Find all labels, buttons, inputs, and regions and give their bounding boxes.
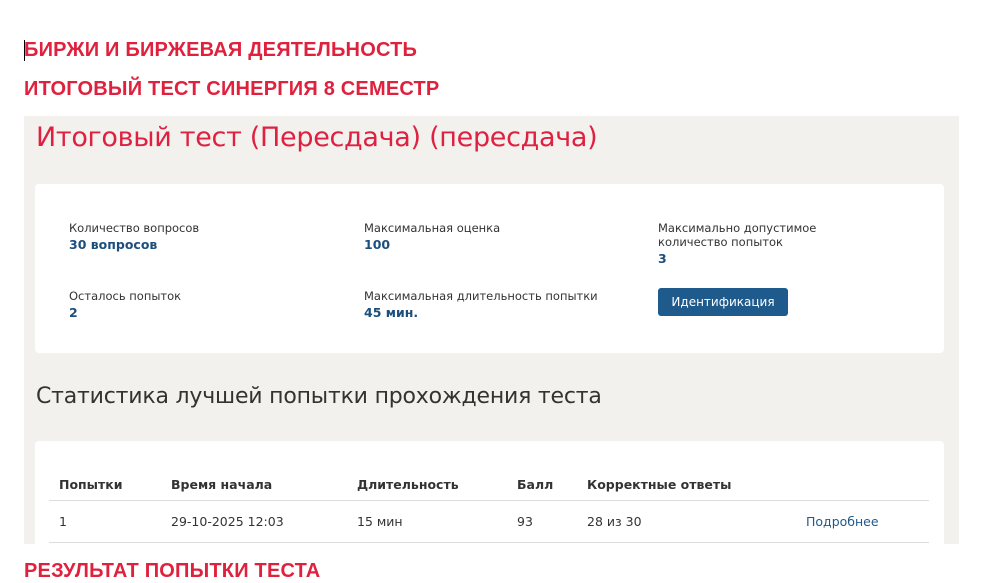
stats-card: Попытки Время начала Длительность Балл К…	[35, 441, 944, 544]
attempts-left-field: Осталось попыток 2	[69, 289, 309, 321]
cell-start-time: 29-10-2025 12:03	[161, 500, 347, 543]
col-header-actions	[796, 469, 929, 501]
max-attempts-label: Максимально допустимое количество попыто…	[658, 221, 817, 249]
max-duration-value: 45 мин.	[364, 305, 419, 320]
heading-test-name: ИТОГОВЫЙ ТЕСТ СИНЕРГИЯ 8 СЕМЕСТР	[24, 78, 440, 100]
max-score-value: 100	[364, 237, 391, 252]
col-header-attempts: Попытки	[49, 469, 161, 501]
max-attempts-field: Максимально допустимое количество попыто…	[658, 221, 888, 267]
test-panel: Итоговый тест (Пересдача) (пересдача) Ко…	[24, 116, 959, 544]
col-header-start-time: Время начала	[161, 469, 347, 501]
max-attempts-value: 3	[658, 251, 667, 266]
max-score-label: Максимальная оценка	[364, 221, 501, 235]
cell-duration: 15 мин	[347, 500, 507, 543]
max-duration-label: Максимальная длительность попытки	[364, 289, 598, 303]
test-info-card: Количество вопросов 30 вопросов Максимал…	[35, 184, 944, 353]
col-header-score: Балл	[507, 469, 577, 501]
cell-correct: 28 из 30	[577, 500, 796, 543]
col-header-duration: Длительность	[347, 469, 507, 501]
questions-count-value: 30 вопросов	[69, 237, 158, 252]
col-header-correct: Корректные ответы	[577, 469, 796, 501]
table-row: 1 29-10-2025 12:03 15 мин 93 28 из 30 По…	[49, 500, 929, 543]
page-title: Итоговый тест (Пересдача) (пересдача)	[36, 122, 598, 153]
max-duration-field: Максимальная длительность попытки 45 мин…	[364, 289, 604, 321]
attempts-left-value: 2	[69, 305, 78, 320]
stats-section-title: Статистика лучшей попытки прохождения те…	[36, 384, 602, 409]
questions-count-label: Количество вопросов	[69, 221, 200, 235]
identification-button[interactable]: Идентификация	[658, 288, 788, 316]
cell-details: Подробнее	[796, 500, 929, 543]
attempts-left-label: Осталось попыток	[69, 289, 182, 303]
cell-attempt: 1	[49, 500, 161, 543]
stats-header-row: Попытки Время начала Длительность Балл К…	[49, 469, 929, 501]
cell-score: 93	[507, 500, 577, 543]
details-link[interactable]: Подробнее	[806, 514, 879, 529]
stats-table: Попытки Время начала Длительность Балл К…	[49, 469, 929, 543]
questions-count-field: Количество вопросов 30 вопросов	[69, 221, 309, 253]
max-score-field: Максимальная оценка 100	[364, 221, 604, 253]
heading-subject: БИРЖИ И БИРЖЕВАЯ ДЕЯТЕЛЬНОСТЬ	[24, 39, 418, 61]
